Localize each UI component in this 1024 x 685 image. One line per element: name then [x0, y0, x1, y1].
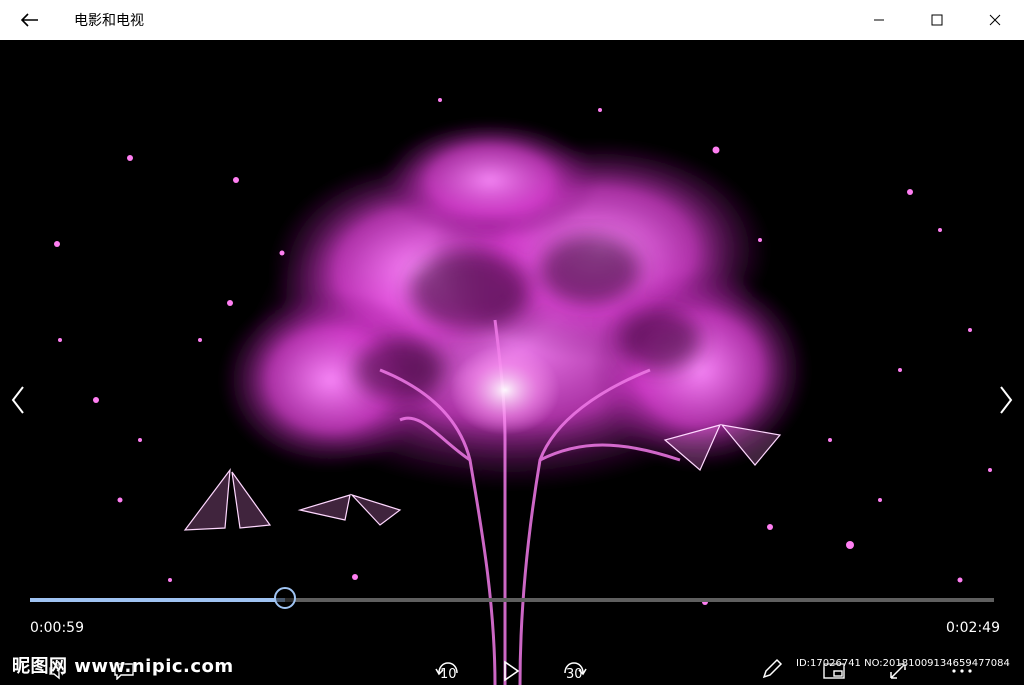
tree-center-glow [450, 345, 560, 435]
skip-forward-button[interactable]: 30 [556, 654, 592, 685]
watermark-id: ID:17026741 NO:20181009134659477084 [796, 658, 1010, 669]
play-button[interactable] [496, 656, 526, 685]
video-frame-tree-image [0, 40, 1024, 685]
close-button[interactable] [966, 0, 1024, 40]
chevron-left-icon [11, 386, 24, 414]
skip-back-label: 10 [440, 667, 457, 682]
skip-forward-label: 30 [566, 667, 583, 682]
current-time: 0:00:59 [30, 620, 84, 636]
title-bar: 电影和电视 [0, 0, 1024, 40]
video-stage[interactable]: 0:00:59 0:02:49 10 30 昵图网 www.nipic.com … [0, 40, 1024, 685]
next-button[interactable] [994, 380, 1018, 420]
maximize-icon [931, 14, 943, 26]
seek-fill [30, 598, 286, 602]
app-title: 电影和电视 [74, 13, 144, 29]
total-time: 0:02:49 [946, 620, 1000, 636]
skip-back-button[interactable]: 10 [430, 654, 466, 685]
close-icon [989, 14, 1001, 26]
previous-button[interactable] [6, 380, 30, 420]
minimize-button[interactable] [850, 0, 908, 40]
watermark-brand: 昵图网 www.nipic.com [12, 656, 234, 677]
chevron-right-icon [1000, 386, 1013, 414]
play-icon [504, 659, 520, 682]
maximize-button[interactable] [908, 0, 966, 40]
edit-button[interactable] [754, 652, 790, 685]
minimize-icon [874, 19, 884, 21]
pencil-icon [762, 658, 783, 678]
back-button[interactable] [0, 0, 60, 40]
arrow-left-icon [21, 13, 38, 27]
seek-bar[interactable] [30, 587, 994, 609]
